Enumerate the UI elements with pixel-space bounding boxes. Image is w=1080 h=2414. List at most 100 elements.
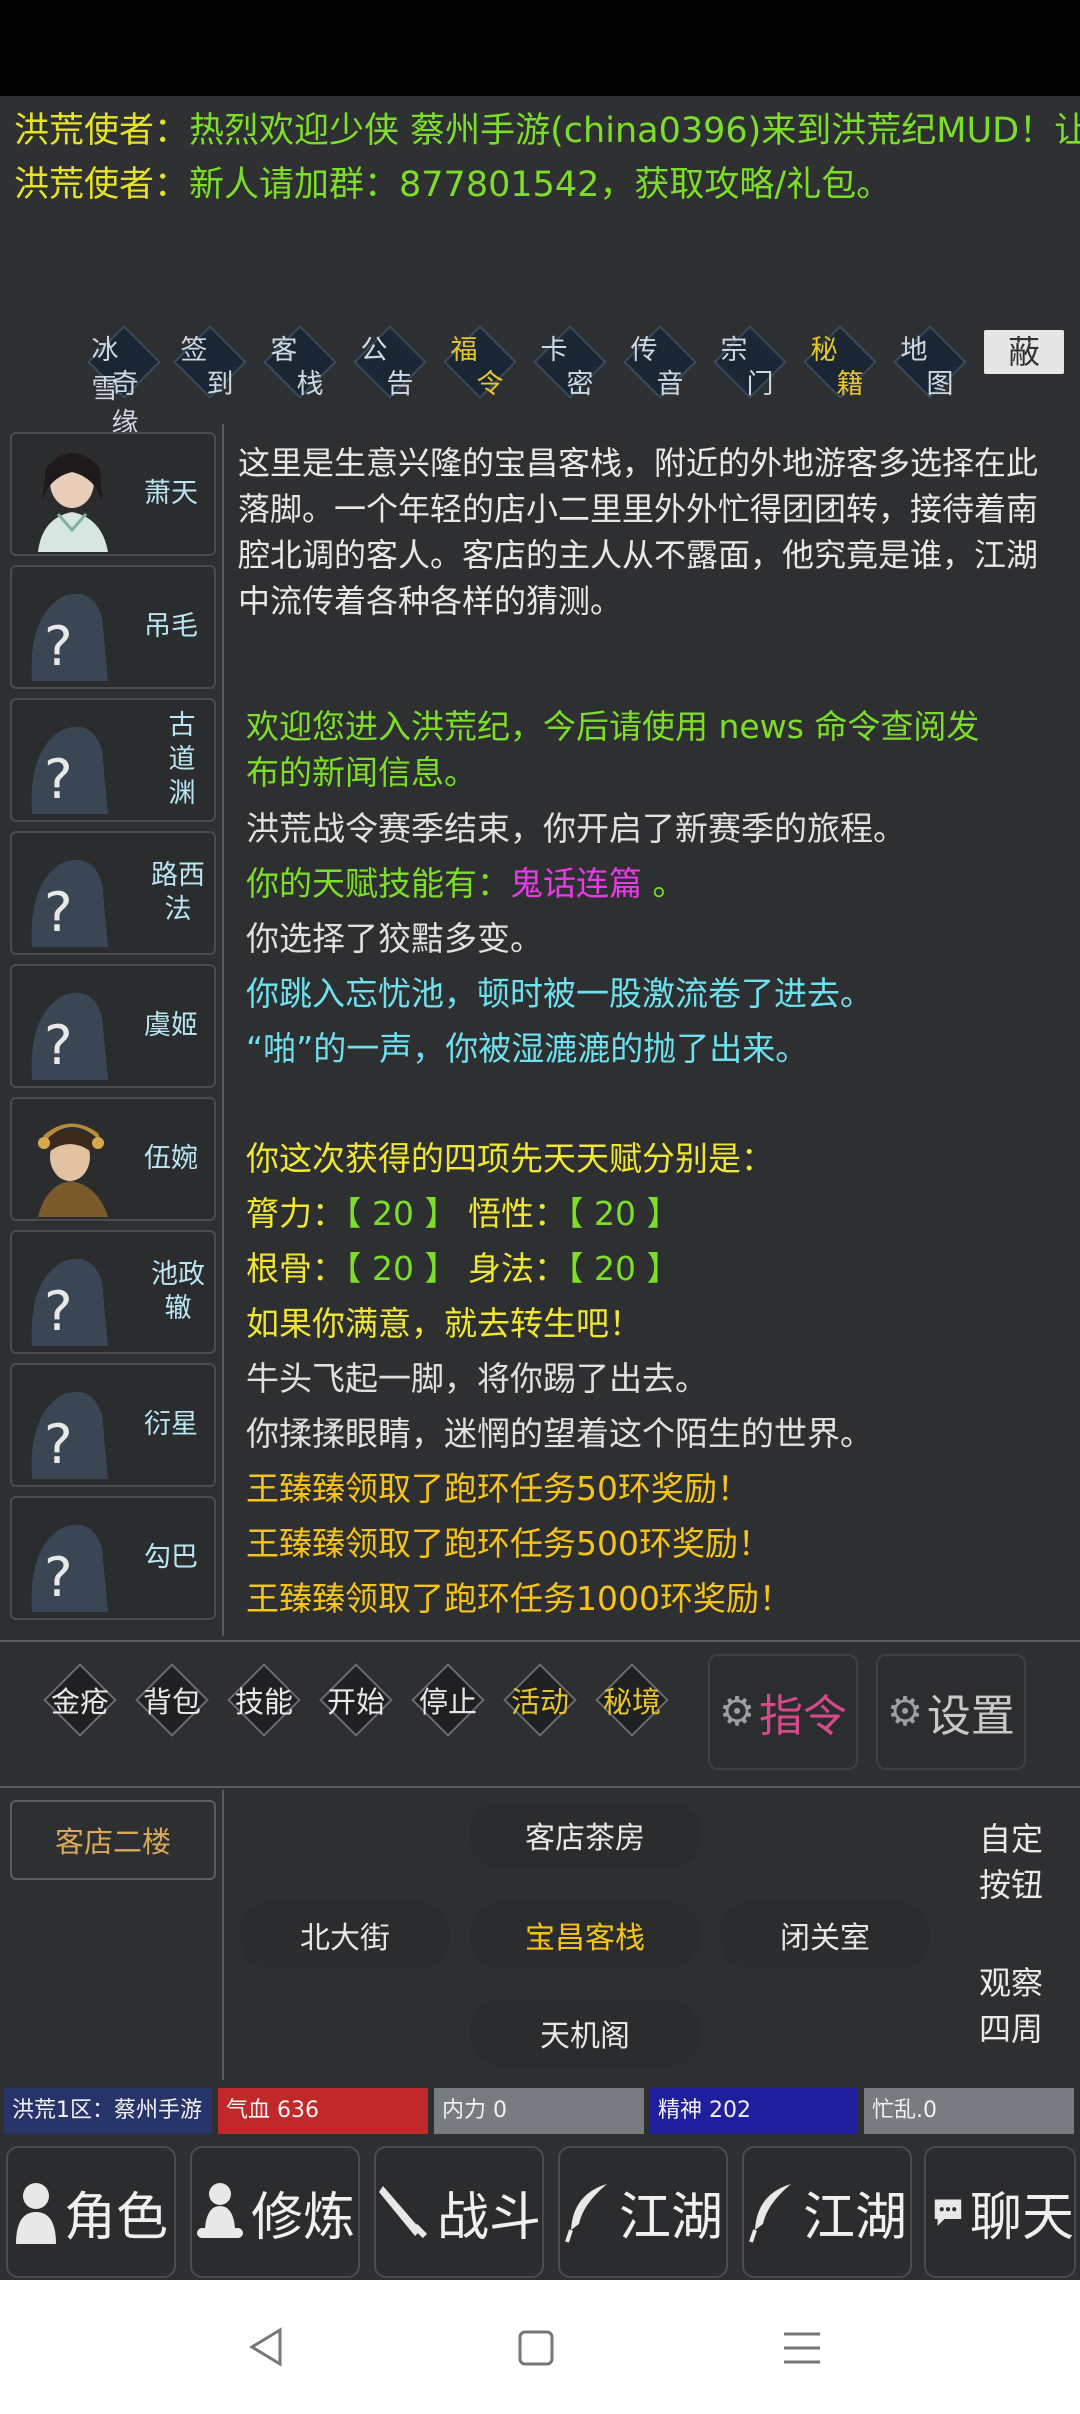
npc-item[interactable]: ? 勾巴 bbox=[10, 1496, 216, 1620]
feather-icon bbox=[565, 2184, 607, 2243]
skills-button[interactable]: 技能 bbox=[224, 1660, 304, 1740]
menu-icon[interactable] bbox=[780, 2328, 824, 2368]
system-message: 布的新闻信息。 bbox=[246, 753, 477, 792]
npc-item[interactable]: ? 吊毛 bbox=[10, 565, 216, 689]
tab-message[interactable]: 传音 bbox=[616, 325, 704, 406]
unknown-avatar-icon: ? bbox=[31, 992, 108, 1080]
start-button[interactable]: 开始 bbox=[316, 1660, 396, 1740]
tab-map[interactable]: 地图 bbox=[886, 325, 974, 406]
unknown-avatar-icon: ? bbox=[31, 726, 108, 814]
attribute-line: 膂力：【 20 】 悟性：【 20 】 bbox=[246, 1194, 680, 1233]
announcement-line: 洪荒使者：新人请加群：877801542，获取攻略/礼包。 bbox=[14, 165, 892, 205]
divider bbox=[222, 424, 224, 1636]
tab-sect[interactable]: 宗门 bbox=[706, 325, 794, 406]
system-message: 你这次获得的四项先天天赋分别是： bbox=[246, 1139, 774, 1178]
nav-jianghu-2[interactable]: 江湖 bbox=[742, 2146, 912, 2278]
look-around-button[interactable]: 观察 四周 bbox=[946, 1960, 1076, 2052]
divider bbox=[222, 1790, 224, 2080]
tab-notice[interactable]: 公告 bbox=[346, 325, 434, 406]
tab-ice-fortune[interactable]: 冰雪 奇缘 bbox=[80, 325, 168, 439]
divider bbox=[0, 1640, 1080, 1642]
npc-item[interactable]: 伍婉 bbox=[10, 1097, 216, 1221]
exit-east[interactable]: 闭关室 bbox=[720, 1902, 930, 1968]
stop-button[interactable]: 停止 bbox=[408, 1660, 488, 1740]
person-icon bbox=[15, 2183, 56, 2244]
unknown-avatar-icon: ? bbox=[31, 1391, 108, 1479]
room-description: 这里是生意兴隆的宝昌客栈，附近的外地游客多选择在此落脚。一个年轻的店小二里里外外… bbox=[238, 444, 1039, 620]
npc-item[interactable]: ? 古道渊 bbox=[10, 698, 216, 822]
feather-icon bbox=[749, 2184, 791, 2243]
system-message: 牛头飞起一脚，将你踢了出去。 bbox=[246, 1359, 708, 1398]
tab-fortune-order[interactable]: 福令 bbox=[436, 325, 524, 406]
svg-text:?: ? bbox=[44, 1546, 73, 1609]
unknown-avatar-icon: ? bbox=[31, 1524, 108, 1612]
settings-button[interactable]: ⚙ 设置 bbox=[876, 1654, 1026, 1770]
custom-button[interactable]: 自定 按钮 bbox=[946, 1816, 1076, 1908]
nav-jianghu-1[interactable]: 江湖 bbox=[558, 2146, 728, 2278]
npc-item[interactable]: ? 虞姬 bbox=[10, 964, 216, 1088]
npc-item[interactable]: ? 路西法 bbox=[10, 831, 216, 955]
npc-item[interactable]: ? 衍星 bbox=[10, 1363, 216, 1487]
server-label: 洪荒1区：蔡州手游 bbox=[4, 2088, 212, 2134]
system-message: 王臻臻领取了跑环任务1000环奖励！ bbox=[246, 1579, 792, 1618]
svg-text:?: ? bbox=[44, 615, 73, 678]
system-message: 王臻臻领取了跑环任务50环奖励！ bbox=[246, 1469, 750, 1508]
hp-bar: 气血 636 bbox=[218, 2088, 428, 2134]
sword-icon bbox=[378, 2186, 428, 2239]
heal-button[interactable]: 金疮 bbox=[40, 1660, 120, 1740]
npc-portrait bbox=[38, 1123, 108, 1217]
gear-icon: ⚙ bbox=[719, 1689, 755, 1735]
unknown-avatar-icon: ? bbox=[31, 1258, 108, 1346]
secret-realm-button[interactable]: 秘境 bbox=[592, 1660, 672, 1740]
system-message: 你揉揉眼睛，迷惘的望着这个陌生的世界。 bbox=[246, 1414, 873, 1453]
function-tabs: 冰雪 奇缘 签到 客栈 公告 福令 卡密 传音 宗门 秘籍 地图 bbox=[0, 316, 1080, 439]
activity-button[interactable]: 活动 bbox=[500, 1660, 580, 1740]
message-log: 这里是生意兴隆的宝昌客栈，附近的外地游客多选择在此落脚。一个年轻的店小二里里外外… bbox=[238, 440, 1058, 624]
back-icon[interactable] bbox=[246, 2326, 286, 2368]
command-button[interactable]: ⚙ 指令 bbox=[708, 1654, 858, 1770]
svg-text:?: ? bbox=[44, 1014, 73, 1077]
force-bar: 内力 0 bbox=[434, 2088, 644, 2134]
svg-text:?: ? bbox=[44, 748, 73, 811]
talent-message: 你的天赋技能有：鬼话连篇 。 bbox=[246, 864, 686, 903]
home-icon[interactable] bbox=[516, 2328, 556, 2368]
tab-inn[interactable]: 客栈 bbox=[256, 325, 344, 406]
tab-checkin[interactable]: 签到 bbox=[166, 325, 254, 406]
nav-battle[interactable]: 战斗 bbox=[374, 2146, 544, 2278]
exit-upstairs[interactable]: 客店二楼 bbox=[10, 1800, 216, 1880]
nav-chat[interactable]: 聊天 bbox=[924, 2146, 1076, 2278]
hide-button[interactable]: 蔽 bbox=[984, 330, 1064, 374]
exit-west[interactable]: 北大街 bbox=[240, 1902, 450, 1968]
busy-bar: 忙乱.0 bbox=[864, 2088, 1074, 2134]
announcement-panel: 洪荒使者：热烈欢迎少侠 蔡州手游(china0396)来到洪荒纪MUD！让 洪荒… bbox=[0, 96, 1080, 316]
bag-button[interactable]: 背包 bbox=[132, 1660, 212, 1740]
announcement-line: 洪荒使者：热烈欢迎少侠 蔡州手游(china0396)来到洪荒纪MUD！让 bbox=[14, 111, 1080, 151]
tab-card-code[interactable]: 卡密 bbox=[526, 325, 614, 406]
svg-text:?: ? bbox=[44, 1413, 73, 1476]
gear-icon: ⚙ bbox=[887, 1689, 923, 1735]
exit-north[interactable]: 客店茶房 bbox=[470, 1802, 700, 1868]
system-message: 洪荒战令赛季结束，你开启了新赛季的旅程。 bbox=[246, 809, 906, 848]
system-message: “啪”的一声，你被湿漉漉的抛了出来。 bbox=[246, 1029, 809, 1068]
system-message: 欢迎您进入洪荒纪，今后请使用 news 命令查阅发 bbox=[246, 707, 980, 746]
system-message: 王臻臻领取了跑环任务500环奖励！ bbox=[246, 1524, 771, 1563]
npc-item[interactable]: ? 池政辙 bbox=[10, 1230, 216, 1354]
chat-icon bbox=[934, 2199, 962, 2226]
attribute-line: 根骨：【 20 】 身法：【 20 】 bbox=[246, 1249, 680, 1288]
tab-secret-book[interactable]: 秘籍 bbox=[796, 325, 884, 406]
npc-item[interactable]: 萧天 bbox=[10, 432, 216, 556]
current-room: 宝昌客栈 bbox=[470, 1902, 700, 1968]
nav-character[interactable]: 角色 bbox=[6, 2146, 176, 2278]
meditate-icon bbox=[196, 2183, 243, 2238]
divider bbox=[0, 1786, 1080, 1788]
npc-list: 萧天 ? 吊毛 ? 古道渊 ? 路西法 ? 虞姬 伍婉 ? 池政辙 ? 衍星 ?… bbox=[6, 424, 216, 1634]
spirit-bar: 精神 202 bbox=[650, 2088, 858, 2134]
unknown-avatar-icon: ? bbox=[31, 859, 108, 947]
system-status-bar bbox=[0, 0, 1080, 96]
system-navigation-bar bbox=[0, 2280, 1080, 2414]
system-message: 你选择了狡黠多变。 bbox=[246, 919, 543, 958]
exit-south[interactable]: 天机阁 bbox=[470, 2000, 700, 2066]
nav-cultivate[interactable]: 修炼 bbox=[190, 2146, 360, 2278]
npc-portrait bbox=[38, 453, 108, 552]
svg-text:?: ? bbox=[44, 1280, 73, 1343]
